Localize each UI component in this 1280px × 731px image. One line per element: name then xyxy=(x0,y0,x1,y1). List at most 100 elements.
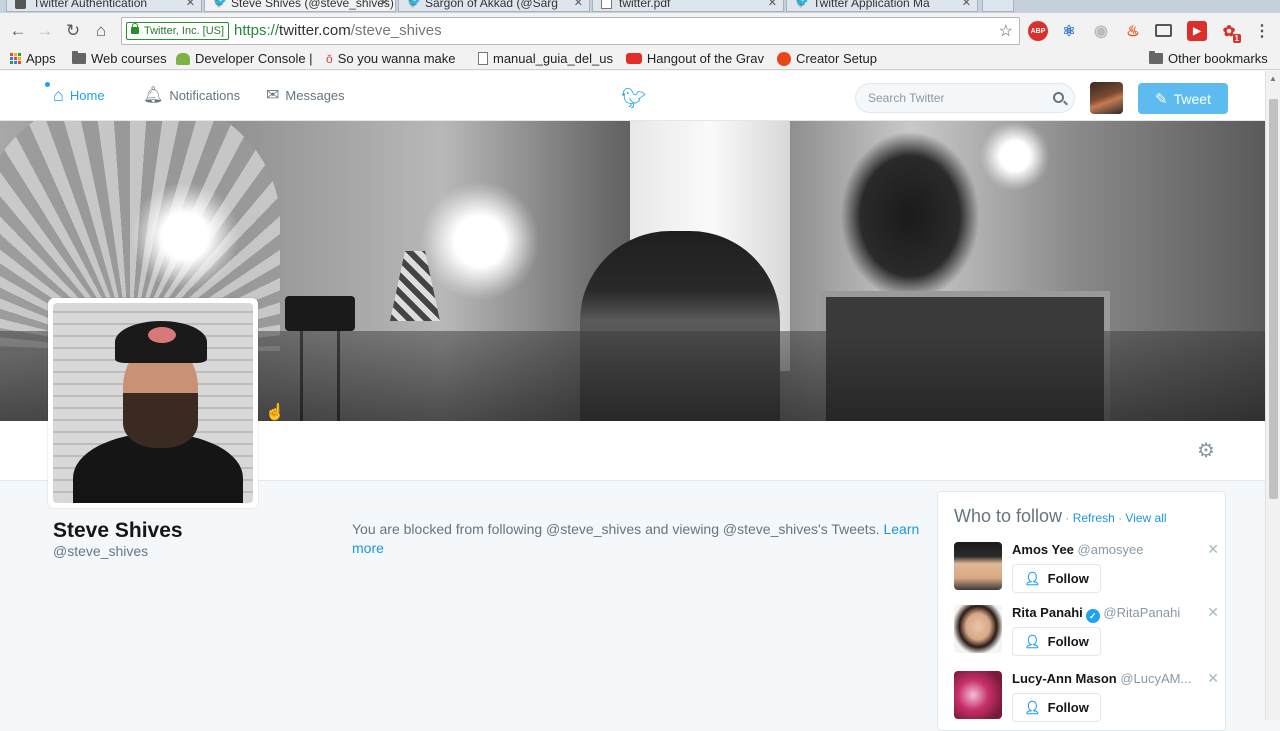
suggestion-handle: @amosyee xyxy=(1077,542,1144,557)
tab-title: Twitter Authentication xyxy=(33,0,148,10)
molecule-extension-icon[interactable]: ⚛ xyxy=(1059,21,1079,41)
home-outline-icon: ⌂ xyxy=(95,21,107,40)
twitter-top-nav: ⌂ Home 🔔︎ Notifications ✉ Messages 🐦︎ Se… xyxy=(0,71,1265,121)
scroll-up-arrow-icon[interactable]: ▲ xyxy=(1269,74,1277,83)
close-tab-icon[interactable]: ✕ xyxy=(962,0,971,11)
adblock-plus-icon[interactable]: ABP xyxy=(1028,21,1048,41)
security-chip[interactable]: Twitter, Inc. [US] xyxy=(126,22,230,40)
tab-steve-shives[interactable]: 🐦 Steve Shives (@steve_shives) ✕ xyxy=(204,0,396,12)
notification-extension-icon[interactable]: ✿ 1 xyxy=(1219,21,1241,43)
bookmark-label: Creator Setup xyxy=(796,51,877,66)
forward-button[interactable]: → xyxy=(33,19,57,43)
red-extension-icon[interactable]: ▶ xyxy=(1187,21,1207,41)
new-tab-button[interactable] xyxy=(982,0,1014,12)
tab-twitter-application-management[interactable]: 🐦 Twitter Application Ma ✕ xyxy=(786,0,978,12)
close-tab-icon[interactable]: ✕ xyxy=(574,0,583,11)
suggestion-name[interactable]: Rita Panahi ✓ @RitaPanahi xyxy=(1012,605,1180,623)
cast-icon[interactable] xyxy=(1155,24,1172,37)
gear-icon[interactable]: ⚙ xyxy=(1196,441,1216,461)
nav-notifications-label: Notifications xyxy=(169,87,241,103)
scrollbar-thumb[interactable] xyxy=(1269,99,1278,499)
suggestion-name[interactable]: Lucy-Ann Mason @LucyAM... xyxy=(1012,671,1191,686)
follow-label: Follow xyxy=(1047,571,1089,586)
browser-toolbar: ← → ↻ ⌂ Twitter, Inc. [US] https://twitt… xyxy=(0,13,1280,49)
who-to-follow-title: Who to follow xyxy=(954,506,1063,526)
envelope-icon: ✉ xyxy=(266,87,280,104)
bookmark-apps[interactable]: Apps xyxy=(10,51,56,66)
address-bar[interactable]: Twitter, Inc. [US] https://twitter.com/s… xyxy=(121,17,1020,45)
bookmark-label: Developer Console | xyxy=(195,51,313,66)
bookmark-label: Hangout of the Grav xyxy=(646,51,764,66)
bookmark-so-you-wanna-make[interactable]: ǒ So you wanna make xyxy=(326,51,466,66)
verified-badge-icon: ✓ xyxy=(1085,609,1100,623)
dismiss-icon[interactable]: ✕ xyxy=(1207,670,1219,687)
who-to-follow-panel: Who to follow · Refresh · View all Amos … xyxy=(937,491,1226,731)
close-tab-icon[interactable]: ✕ xyxy=(186,0,195,11)
close-tab-icon[interactable]: ✕ xyxy=(380,0,389,11)
nav-notifications[interactable]: 🔔︎ Notifications xyxy=(143,85,240,105)
blocked-text: You are blocked from following @steve_sh… xyxy=(352,521,884,537)
profile-avatar[interactable] xyxy=(48,298,258,508)
bookmark-star-icon[interactable]: ☆ xyxy=(999,21,1013,41)
url-scheme: https:// xyxy=(234,22,280,39)
dismiss-icon[interactable]: ✕ xyxy=(1207,541,1219,558)
tweet-button-label: Tweet xyxy=(1173,90,1211,107)
hand-cursor-icon: ☝ xyxy=(265,404,285,421)
tweet-button[interactable]: ✎ Tweet xyxy=(1138,83,1228,114)
tab-twitter-pdf[interactable]: twitter.pdf ✕ xyxy=(592,0,784,12)
bookmark-other-bookmarks[interactable]: Other bookmarks xyxy=(1149,51,1268,66)
url-text[interactable]: https://twitter.com/steve_shives xyxy=(234,22,442,39)
bookmark-creator-setup[interactable]: Creator Setup xyxy=(777,51,877,66)
view-all-link[interactable]: View all xyxy=(1125,511,1166,525)
account-avatar[interactable] xyxy=(1090,82,1123,114)
follow-button[interactable]: 👤︎ Follow xyxy=(1012,564,1101,593)
suggestion-handle: @RitaPanahi xyxy=(1103,605,1181,620)
suggestion-avatar[interactable] xyxy=(954,605,1002,653)
compose-icon: ✎ xyxy=(1155,90,1168,108)
reload-icon: ↻ xyxy=(65,21,81,40)
suggestion-avatar[interactable] xyxy=(954,671,1002,719)
follow-button[interactable]: 👤︎ Follow xyxy=(1012,627,1101,656)
suggestion-name[interactable]: Amos Yee @amosyee xyxy=(1012,542,1144,557)
search-icon[interactable] xyxy=(1053,92,1064,103)
suggestion-handle: @LucyAM... xyxy=(1120,671,1192,686)
close-tab-icon[interactable]: ✕ xyxy=(768,0,777,11)
bookmark-developer-console[interactable]: Developer Console | xyxy=(176,51,313,66)
profile-name[interactable]: Steve Shives xyxy=(53,519,183,543)
search-input[interactable]: Search Twitter xyxy=(855,83,1075,113)
back-button[interactable]: ← xyxy=(6,19,30,43)
follow-person-icon: 👤︎ xyxy=(1024,570,1041,586)
flame-extension-icon[interactable]: ♨ xyxy=(1123,21,1143,41)
home-icon: ⌂ xyxy=(45,82,64,106)
url-path: /steve_shives xyxy=(350,22,442,39)
nav-home-label: Home xyxy=(69,88,105,103)
bookmark-label: Web courses xyxy=(91,51,167,66)
gray-circle-extension-icon[interactable]: ◉ xyxy=(1091,21,1111,41)
bookmark-manual-guia[interactable]: manual_guia_del_us xyxy=(478,51,614,66)
blocked-message: You are blocked from following @steve_sh… xyxy=(352,520,927,558)
chrome-menu-icon[interactable]: ⋮ xyxy=(1252,21,1272,41)
page-icon xyxy=(478,52,488,65)
bookmark-hangout-of-the-grave[interactable]: Hangout of the Grav xyxy=(626,51,764,66)
nav-messages[interactable]: ✉ Messages xyxy=(266,85,345,105)
tab-twitter-authentication[interactable]: Twitter Authentication ✕ xyxy=(6,0,202,12)
tab-sargon-of-akkad[interactable]: 🐦 Sargon of Akkad (@Sarg ✕ xyxy=(398,0,590,12)
tab-title: Sargon of Akkad (@Sarg xyxy=(425,0,558,10)
suggestion-item: Lucy-Ann Mason @LucyAM... ✕ 👤︎ Follow xyxy=(954,670,1219,722)
nav-home[interactable]: ⌂ Home xyxy=(45,82,105,106)
url-host: twitter.com xyxy=(279,22,351,39)
follow-button[interactable]: 👤︎ Follow xyxy=(1012,693,1101,722)
twitter-logo-icon[interactable]: 🐦︎ xyxy=(621,86,646,111)
bookmark-web-courses[interactable]: Web courses xyxy=(72,51,167,66)
profile-handle[interactable]: @steve_shives xyxy=(53,543,148,559)
refresh-link[interactable]: Refresh xyxy=(1073,511,1115,525)
page-scrollbar[interactable]: ▲ xyxy=(1265,71,1280,720)
suggestion-avatar[interactable] xyxy=(954,542,1002,590)
dismiss-icon[interactable]: ✕ xyxy=(1207,604,1219,621)
separator: · xyxy=(1062,511,1073,525)
bookmark-icon: ǒ xyxy=(326,51,333,66)
reload-button[interactable]: ↻ xyxy=(61,19,85,43)
page-icon xyxy=(601,0,612,9)
tab-title: Twitter Application Ma xyxy=(813,0,930,10)
home-page-button[interactable]: ⌂ xyxy=(89,19,113,43)
